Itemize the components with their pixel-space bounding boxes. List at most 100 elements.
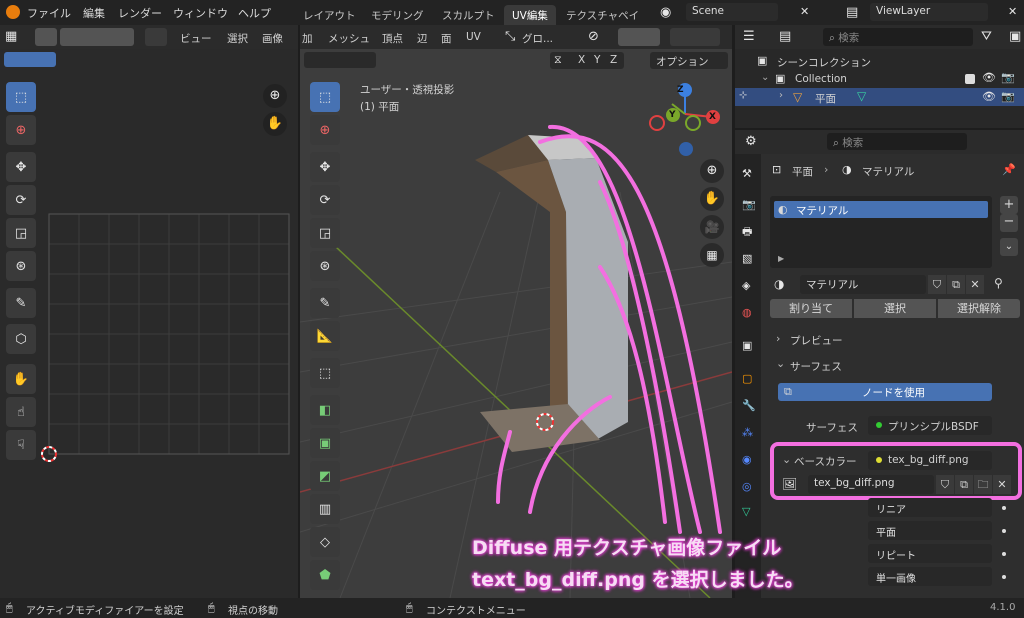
pan-hand-icon[interactable]: ✋ (263, 112, 287, 136)
tool-rotate[interactable]: ⟳ (6, 185, 36, 215)
uv-menu-view[interactable]: ビュー (180, 31, 212, 46)
render-tab-icon[interactable]: 📷 (742, 199, 756, 210)
properties-editor-icon[interactable]: ⚙ (745, 135, 757, 148)
proportional-edit-icon[interactable] (670, 28, 720, 46)
vp-tool-inset[interactable]: ▣ (310, 428, 340, 458)
sync-selection-icon[interactable] (35, 28, 57, 46)
tab-texture-paint[interactable]: テクスチャペイン (558, 5, 650, 25)
material-slot-row[interactable]: ◐ マテリアル (774, 201, 988, 218)
uv-select-box-icons[interactable] (4, 52, 56, 67)
assign-button[interactable]: 割り当て (770, 299, 852, 318)
vp-tool-transform[interactable]: ⊛ (310, 251, 340, 281)
object-tab-icon[interactable]: ▢ (742, 373, 752, 384)
axis-z-toggle[interactable]: Z (610, 54, 617, 66)
vp-tool-add-cube[interactable]: ⬚ (310, 358, 340, 388)
scene-close-icon[interactable]: ✕ (800, 6, 809, 17)
preview-expand-icon[interactable]: › (776, 332, 780, 345)
add-slot-icon[interactable]: + (1000, 196, 1018, 214)
vp-tool-measure[interactable]: 📐 (310, 321, 340, 351)
scene-icon[interactable]: ◉ (660, 6, 671, 19)
source-dropdown[interactable]: 単一画像 (868, 567, 992, 586)
tool-transform[interactable]: ⊛ (6, 251, 36, 281)
base-color-expand-icon[interactable]: ⌄ (782, 453, 791, 466)
properties-search[interactable]: ⌕ 検索 (827, 133, 967, 150)
duplicate-icon[interactable]: ⧉ (955, 475, 973, 494)
uv-editor-canvas[interactable]: ⬚ ⊕ ✥ ⟳ ◲ ⊛ ✎ ⬡ ✋ ☝ ☟ ⊕ ✋ (0, 72, 298, 598)
tool-move[interactable]: ✥ (6, 152, 36, 182)
collection-expand-icon[interactable]: ⌄ (761, 72, 769, 83)
unlink-icon[interactable]: ✕ (966, 275, 984, 294)
mesh-data-icon[interactable]: ▽ (857, 89, 866, 103)
link-type-icon[interactable]: ⚲ (994, 276, 1003, 290)
browse-image-icon[interactable]: 🖼 (782, 478, 797, 490)
interpolation-dropdown[interactable]: リニア (868, 498, 992, 517)
vp-menu-edge[interactable]: 辺 (417, 31, 428, 46)
outliner-row-plane[interactable]: ⊹ › ▽ 平面 ▽ 👁 📷 (735, 88, 1024, 106)
camera-icon[interactable]: 🎥 (700, 215, 724, 239)
menu-edit[interactable]: 編集 (83, 5, 105, 21)
transform-orientation-icon[interactable]: ⤡ (505, 30, 515, 43)
vp-menu-uv[interactable]: UV (466, 31, 481, 43)
use-nodes-button[interactable]: ⧉ ノードを使用 (778, 383, 992, 401)
new-collection-icon[interactable]: ▣ (1009, 30, 1021, 43)
outliner-editor-icon[interactable]: ☰ (743, 30, 755, 43)
zoom-icon[interactable]: ⊕ (263, 84, 287, 108)
collection-checkbox[interactable] (965, 74, 975, 84)
duplicate-icon[interactable]: ⧉ (947, 275, 965, 294)
vp-tool-select[interactable]: ⬚ (310, 82, 340, 112)
menu-window[interactable]: ウィンドウ (173, 5, 228, 21)
gizmo-y-label[interactable]: Y (669, 110, 676, 120)
uv-menu-select[interactable]: 選択 (227, 31, 248, 46)
gizmo-x-label[interactable]: X (709, 112, 716, 122)
output-tab-icon[interactable]: 🖶 (742, 226, 752, 237)
camera-render-icon[interactable]: 📷 (1001, 72, 1015, 83)
vp-tool-bevel[interactable]: ◩ (310, 461, 340, 491)
outliner-search[interactable]: ⌕ 検索 (823, 28, 973, 46)
gizmo-z-label[interactable]: Z (677, 85, 684, 95)
world-tab-icon[interactable]: ◍ (742, 307, 752, 318)
fake-user-icon[interactable]: ⛉ (928, 275, 946, 294)
pivot-icon[interactable]: ⊘ (588, 30, 599, 43)
particles-tab-icon[interactable]: ⁂ (742, 427, 753, 438)
tool-scale[interactable]: ◲ (6, 218, 36, 248)
tool-annotate[interactable]: ✎ (6, 288, 36, 318)
material-slot-list[interactable]: ◐ マテリアル ▶ (770, 196, 992, 268)
extension-dropdown[interactable]: リピート (868, 544, 992, 563)
vp-menu-face[interactable]: 面 (441, 31, 452, 46)
tab-layout[interactable]: レイアウト (295, 5, 364, 25)
viewlayer-field[interactable]: ViewLayer (870, 3, 988, 21)
modifier-tab-icon[interactable]: 🔧 (742, 400, 756, 411)
physics-tab-icon[interactable]: ◉ (742, 454, 752, 465)
vp-tool-loop-cut[interactable]: ▥ (310, 494, 340, 524)
pan-hand-icon[interactable]: ✋ (700, 187, 724, 211)
browse-material-icon[interactable]: ◑ (774, 278, 784, 290)
remove-slot-icon[interactable]: − (1000, 214, 1018, 232)
sticky-select-icon[interactable] (145, 28, 167, 46)
fake-user-icon[interactable]: ⛉ (936, 475, 954, 494)
surface-shader-field[interactable]: プリンシプルBSDF (868, 416, 992, 435)
list-expand-icon[interactable]: ▶ (778, 254, 784, 263)
eye-icon[interactable]: 👁 (982, 91, 996, 102)
tab-uv-editing[interactable]: UV編集 (504, 5, 556, 25)
scene-collection-label[interactable]: シーンコレクション (777, 55, 871, 70)
surface-collapse-icon[interactable]: ⌄ (776, 357, 785, 370)
slot-menu-icon[interactable]: ⌄ (1000, 238, 1018, 256)
tool-pinch[interactable]: ☟ (6, 430, 36, 460)
camera-render-icon[interactable]: 📷 (1001, 91, 1015, 102)
zoom-icon[interactable]: ⊕ (700, 159, 724, 183)
tool-grab[interactable]: ✋ (6, 364, 36, 394)
unlink-icon[interactable]: ✕ (993, 475, 1011, 494)
vp-tool-rotate[interactable]: ⟳ (310, 185, 340, 215)
viewlayer-icon[interactable]: ▤ (846, 6, 858, 19)
material-name-field[interactable]: マテリアル (800, 275, 926, 294)
eye-icon[interactable]: 👁 (982, 72, 996, 83)
editor-type-icon[interactable]: ▦ (5, 30, 17, 43)
deselect-button[interactable]: 選択解除 (938, 299, 1020, 318)
vp-tool-poly-build[interactable]: ⬟ (310, 560, 340, 590)
vp-tool-move[interactable]: ✥ (310, 152, 340, 182)
preview-section[interactable]: プレビュー (790, 333, 843, 348)
surface-section[interactable]: サーフェス (790, 359, 842, 374)
vp-menu-mesh[interactable]: メッシュ (328, 31, 370, 46)
vp-tool-annotate[interactable]: ✎ (310, 288, 340, 318)
uv-menu-image[interactable]: 画像 (262, 31, 283, 46)
